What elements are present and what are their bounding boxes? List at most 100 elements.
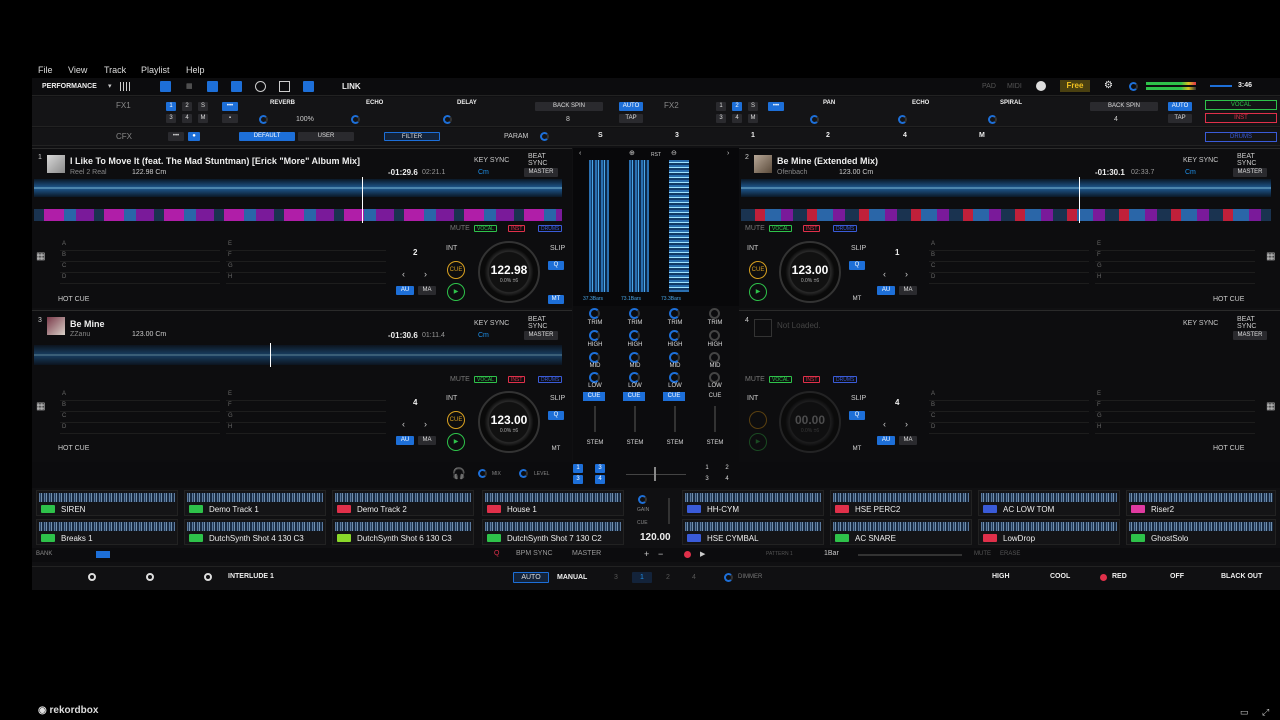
lighting-high-select[interactable]: HIGH xyxy=(992,573,1010,580)
stem-vocal[interactable]: VOCAL xyxy=(474,225,497,232)
plus-icon[interactable]: + xyxy=(644,549,649,559)
hotcue-g[interactable]: G xyxy=(1095,413,1255,423)
hotcue-mode-select[interactable]: HOT CUE xyxy=(1213,296,1244,303)
hotcue-b[interactable]: B xyxy=(60,252,220,262)
link-button[interactable]: LINK xyxy=(342,82,361,91)
hotcue-a[interactable]: A xyxy=(60,241,220,251)
cue-button[interactable]: CUE xyxy=(447,261,465,279)
hotcue-b[interactable]: B xyxy=(60,402,220,412)
hotcue-c[interactable]: C xyxy=(929,263,1089,273)
slip-button[interactable]: SLIP xyxy=(550,245,565,252)
menu-view[interactable]: View xyxy=(68,65,87,75)
lighting-off-select[interactable]: OFF xyxy=(1170,573,1184,580)
low-knob[interactable] xyxy=(669,372,680,383)
waveform-overview[interactable] xyxy=(34,179,562,197)
cfx-filter-button[interactable]: FILTER xyxy=(384,132,440,141)
stem-inst-select[interactable]: INST xyxy=(1205,113,1277,123)
high-knob[interactable] xyxy=(629,330,640,341)
jog-wheel[interactable]: 00.00 0.0% ±6 xyxy=(779,391,841,453)
sequence-erase-button[interactable]: ERASE xyxy=(1000,551,1020,557)
trim-knob[interactable] xyxy=(669,308,680,319)
master-tempo-button[interactable]: MT xyxy=(849,445,865,454)
jog-wheel[interactable]: 122.98 0.0% ±6 xyxy=(478,241,540,303)
chevron-down-icon[interactable]: ▾ xyxy=(108,82,112,90)
sampler-slot-16[interactable]: GhostSolo xyxy=(1126,519,1276,545)
hotcue-e[interactable]: E xyxy=(226,391,386,401)
master-button[interactable]: MASTER xyxy=(1233,331,1267,340)
menu-playlist[interactable]: Playlist xyxy=(141,65,170,75)
chevron-right-icon[interactable]: › xyxy=(727,150,729,157)
waveform-zoom[interactable] xyxy=(741,209,1271,221)
sampler-slot-11[interactable]: DutchSynth Shot 6 130 C3 xyxy=(332,519,474,545)
hotcue-f[interactable]: F xyxy=(1095,402,1255,412)
trim-knob[interactable] xyxy=(629,308,640,319)
cfx-default-tab[interactable]: DEFAULT xyxy=(239,132,295,141)
grid-icon[interactable]: ▦ xyxy=(1266,401,1275,412)
int-select[interactable]: INT xyxy=(747,395,758,402)
fx1-beat-minus[interactable]: ▪ xyxy=(222,114,238,123)
channel-cue-button[interactable]: CUE xyxy=(583,392,605,401)
hotcue-mode-select[interactable]: HOT CUE xyxy=(58,445,89,452)
sampler-slot-1[interactable]: SIREN xyxy=(36,490,178,516)
high-knob[interactable] xyxy=(669,330,680,341)
hotcue-c[interactable]: C xyxy=(60,263,220,273)
stem-mute[interactable]: MUTE xyxy=(745,376,765,383)
mid-knob[interactable] xyxy=(669,352,680,363)
sampler-slot-9[interactable]: Breaks 1 xyxy=(36,519,178,545)
sequence-record-icon[interactable] xyxy=(684,551,691,558)
browser-icon[interactable] xyxy=(303,81,314,92)
stem-vocal[interactable]: VOCAL xyxy=(769,225,792,232)
fullscreen-icon[interactable]: ⤢ xyxy=(1262,707,1269,718)
key-sync-button[interactable]: KEY SYNC xyxy=(1183,320,1218,327)
stem-inst[interactable]: INST xyxy=(508,225,526,232)
trim-knob[interactable] xyxy=(589,308,600,319)
loop-half-icon[interactable]: ‹ xyxy=(402,269,405,279)
fx1-tap-button[interactable]: TAP xyxy=(619,114,643,123)
slip-button[interactable]: SLIP xyxy=(851,245,866,252)
blackout-button[interactable]: BLACK OUT xyxy=(1221,573,1262,580)
sampler-slot-8[interactable]: Riser2 xyxy=(1126,490,1276,516)
loop-half-icon[interactable]: ‹ xyxy=(402,419,405,429)
key-sync-button[interactable]: KEY SYNC xyxy=(1183,157,1218,164)
stem-drums[interactable]: DRUMS xyxy=(538,376,563,383)
manual-loop-button[interactable]: MA xyxy=(418,286,436,295)
fx2-effect-1[interactable]: PAN xyxy=(823,100,835,106)
hotcue-c[interactable]: C xyxy=(929,413,1089,423)
hotcue-e[interactable]: E xyxy=(1095,391,1255,401)
hotcue-c[interactable]: C xyxy=(60,413,220,423)
cue-button[interactable] xyxy=(749,411,767,429)
pattern-select[interactable]: PATTERN 1 xyxy=(766,551,793,557)
minus-icon[interactable]: − xyxy=(658,549,663,559)
sampler-slot-15[interactable]: LowDrop xyxy=(978,519,1120,545)
sampler-slot-12[interactable]: DutchSynth Shot 7 130 C2 xyxy=(482,519,624,545)
hotcue-f[interactable]: F xyxy=(226,402,386,412)
play-button[interactable]: ▶ xyxy=(749,283,767,301)
hotcue-mode-select[interactable]: HOT CUE xyxy=(1213,445,1244,452)
macro-knob-1[interactable] xyxy=(88,573,96,581)
fx2-effect-2[interactable]: ECHO xyxy=(912,100,929,106)
stem-drums-select[interactable]: DRUMS xyxy=(1205,132,1277,142)
layout-2deck-icon[interactable] xyxy=(160,81,171,92)
stem-drums[interactable]: DRUMS xyxy=(538,225,563,232)
stem-vocal[interactable]: VOCAL xyxy=(474,376,497,383)
stem-vocal[interactable]: VOCAL xyxy=(769,376,792,383)
sequence-play-icon[interactable]: ▶ xyxy=(700,550,705,558)
stem-mute[interactable]: MUTE xyxy=(450,225,470,232)
sampler-master-button[interactable]: MASTER xyxy=(572,550,601,557)
loop-half-icon[interactable]: ‹ xyxy=(883,419,886,429)
gear-icon[interactable]: ⚙ xyxy=(1104,80,1113,91)
hotcue-a[interactable]: A xyxy=(929,391,1089,401)
sampler-quantize[interactable]: Q xyxy=(494,550,499,557)
lighting-1[interactable]: 1 xyxy=(632,572,652,583)
int-select[interactable]: INT xyxy=(446,245,457,252)
hotcue-a[interactable]: A xyxy=(929,241,1089,251)
fx2-more-button[interactable]: ••• xyxy=(768,102,784,111)
interlude-select[interactable]: INTERLUDE 1 xyxy=(228,573,274,580)
waveform-view-icon[interactable] xyxy=(120,82,130,91)
mid-knob[interactable] xyxy=(629,352,640,363)
quantize-button[interactable]: Q xyxy=(849,411,865,420)
cfx-param-knob[interactable] xyxy=(540,132,549,141)
vertical-waveform-1[interactable] xyxy=(589,160,609,292)
fx2-effect-3[interactable]: SPIRAL xyxy=(1000,100,1022,106)
sequence-mute-button[interactable]: MUTE xyxy=(974,551,991,557)
